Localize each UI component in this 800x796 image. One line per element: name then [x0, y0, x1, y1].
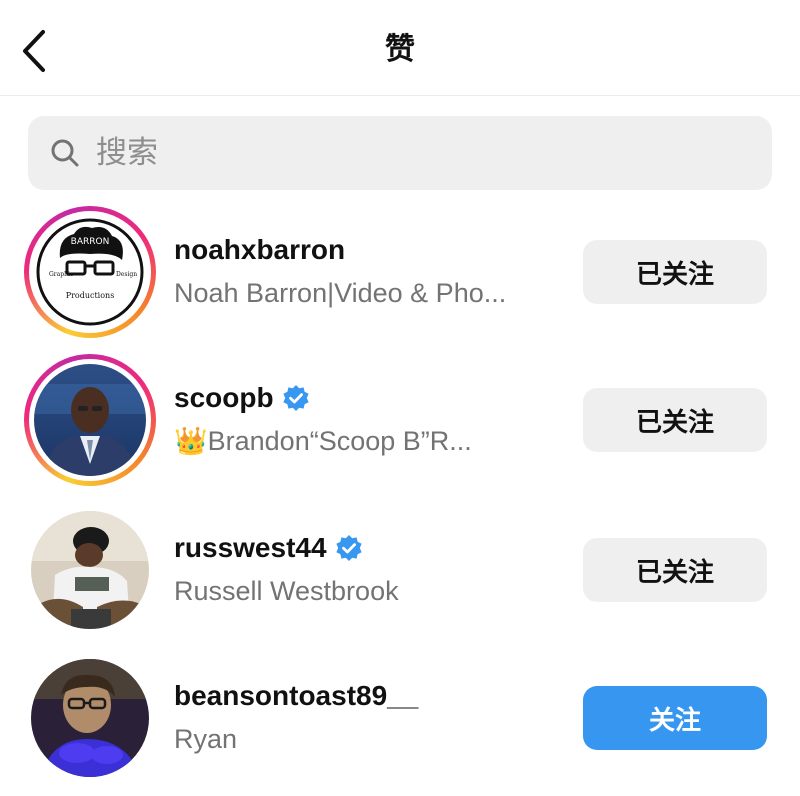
verified-badge-icon	[282, 384, 310, 412]
list-item[interactable]: beansontoast89__ Ryan 关注	[0, 648, 800, 796]
avatar	[31, 659, 149, 777]
full-name-text: Brandon“Scoop B”R...	[207, 426, 472, 456]
full-name: 👑Brandon“Scoop B”R...	[174, 422, 554, 460]
following-button[interactable]: 已关注	[583, 388, 767, 452]
top-nav-bar: 赞	[0, 0, 800, 96]
avatar-logo-bottom: Productions	[66, 291, 115, 300]
full-name: Ryan	[174, 724, 238, 754]
search-input[interactable]	[94, 122, 738, 184]
avatar-logo-right: Design	[116, 271, 137, 278]
story-ring[interactable]: BARRON Graphic Design Productions	[24, 206, 156, 338]
avatar-logo-top: BARRON	[71, 237, 110, 247]
list-item[interactable]: scoopb 👑Brandon“Scoop B”R... 已关注	[0, 350, 800, 498]
username[interactable]: russwest44	[174, 532, 327, 564]
full-name: Russell Westbrook	[174, 576, 399, 606]
page-title: 赞	[385, 32, 415, 67]
following-button[interactable]: 已关注	[583, 538, 767, 602]
search-icon	[48, 136, 82, 170]
list-item[interactable]: russwest44 Russell Westbrook 已关注	[0, 500, 800, 648]
avatar-wrapper[interactable]	[24, 652, 156, 784]
username[interactable]: beansontoast89__	[174, 680, 418, 712]
username[interactable]: scoopb	[174, 382, 274, 414]
follow-button[interactable]: 关注	[583, 686, 767, 750]
story-ring[interactable]	[24, 354, 156, 486]
avatar-wrapper[interactable]	[24, 504, 156, 636]
avatar	[31, 511, 149, 629]
avatar: BARRON Graphic Design Productions	[34, 216, 146, 328]
avatar	[34, 364, 146, 476]
list-item[interactable]: BARRON Graphic Design Productions noahxb…	[0, 202, 800, 350]
verified-badge-icon	[335, 534, 363, 562]
search-bar[interactable]	[28, 116, 772, 190]
avatar-logo-left: Graphic	[49, 271, 74, 278]
full-name: Noah Barron|Video & Pho...	[174, 278, 507, 308]
following-button[interactable]: 已关注	[583, 240, 767, 304]
crown-emoji: 👑	[174, 426, 208, 456]
username[interactable]: noahxbarron	[174, 234, 345, 266]
